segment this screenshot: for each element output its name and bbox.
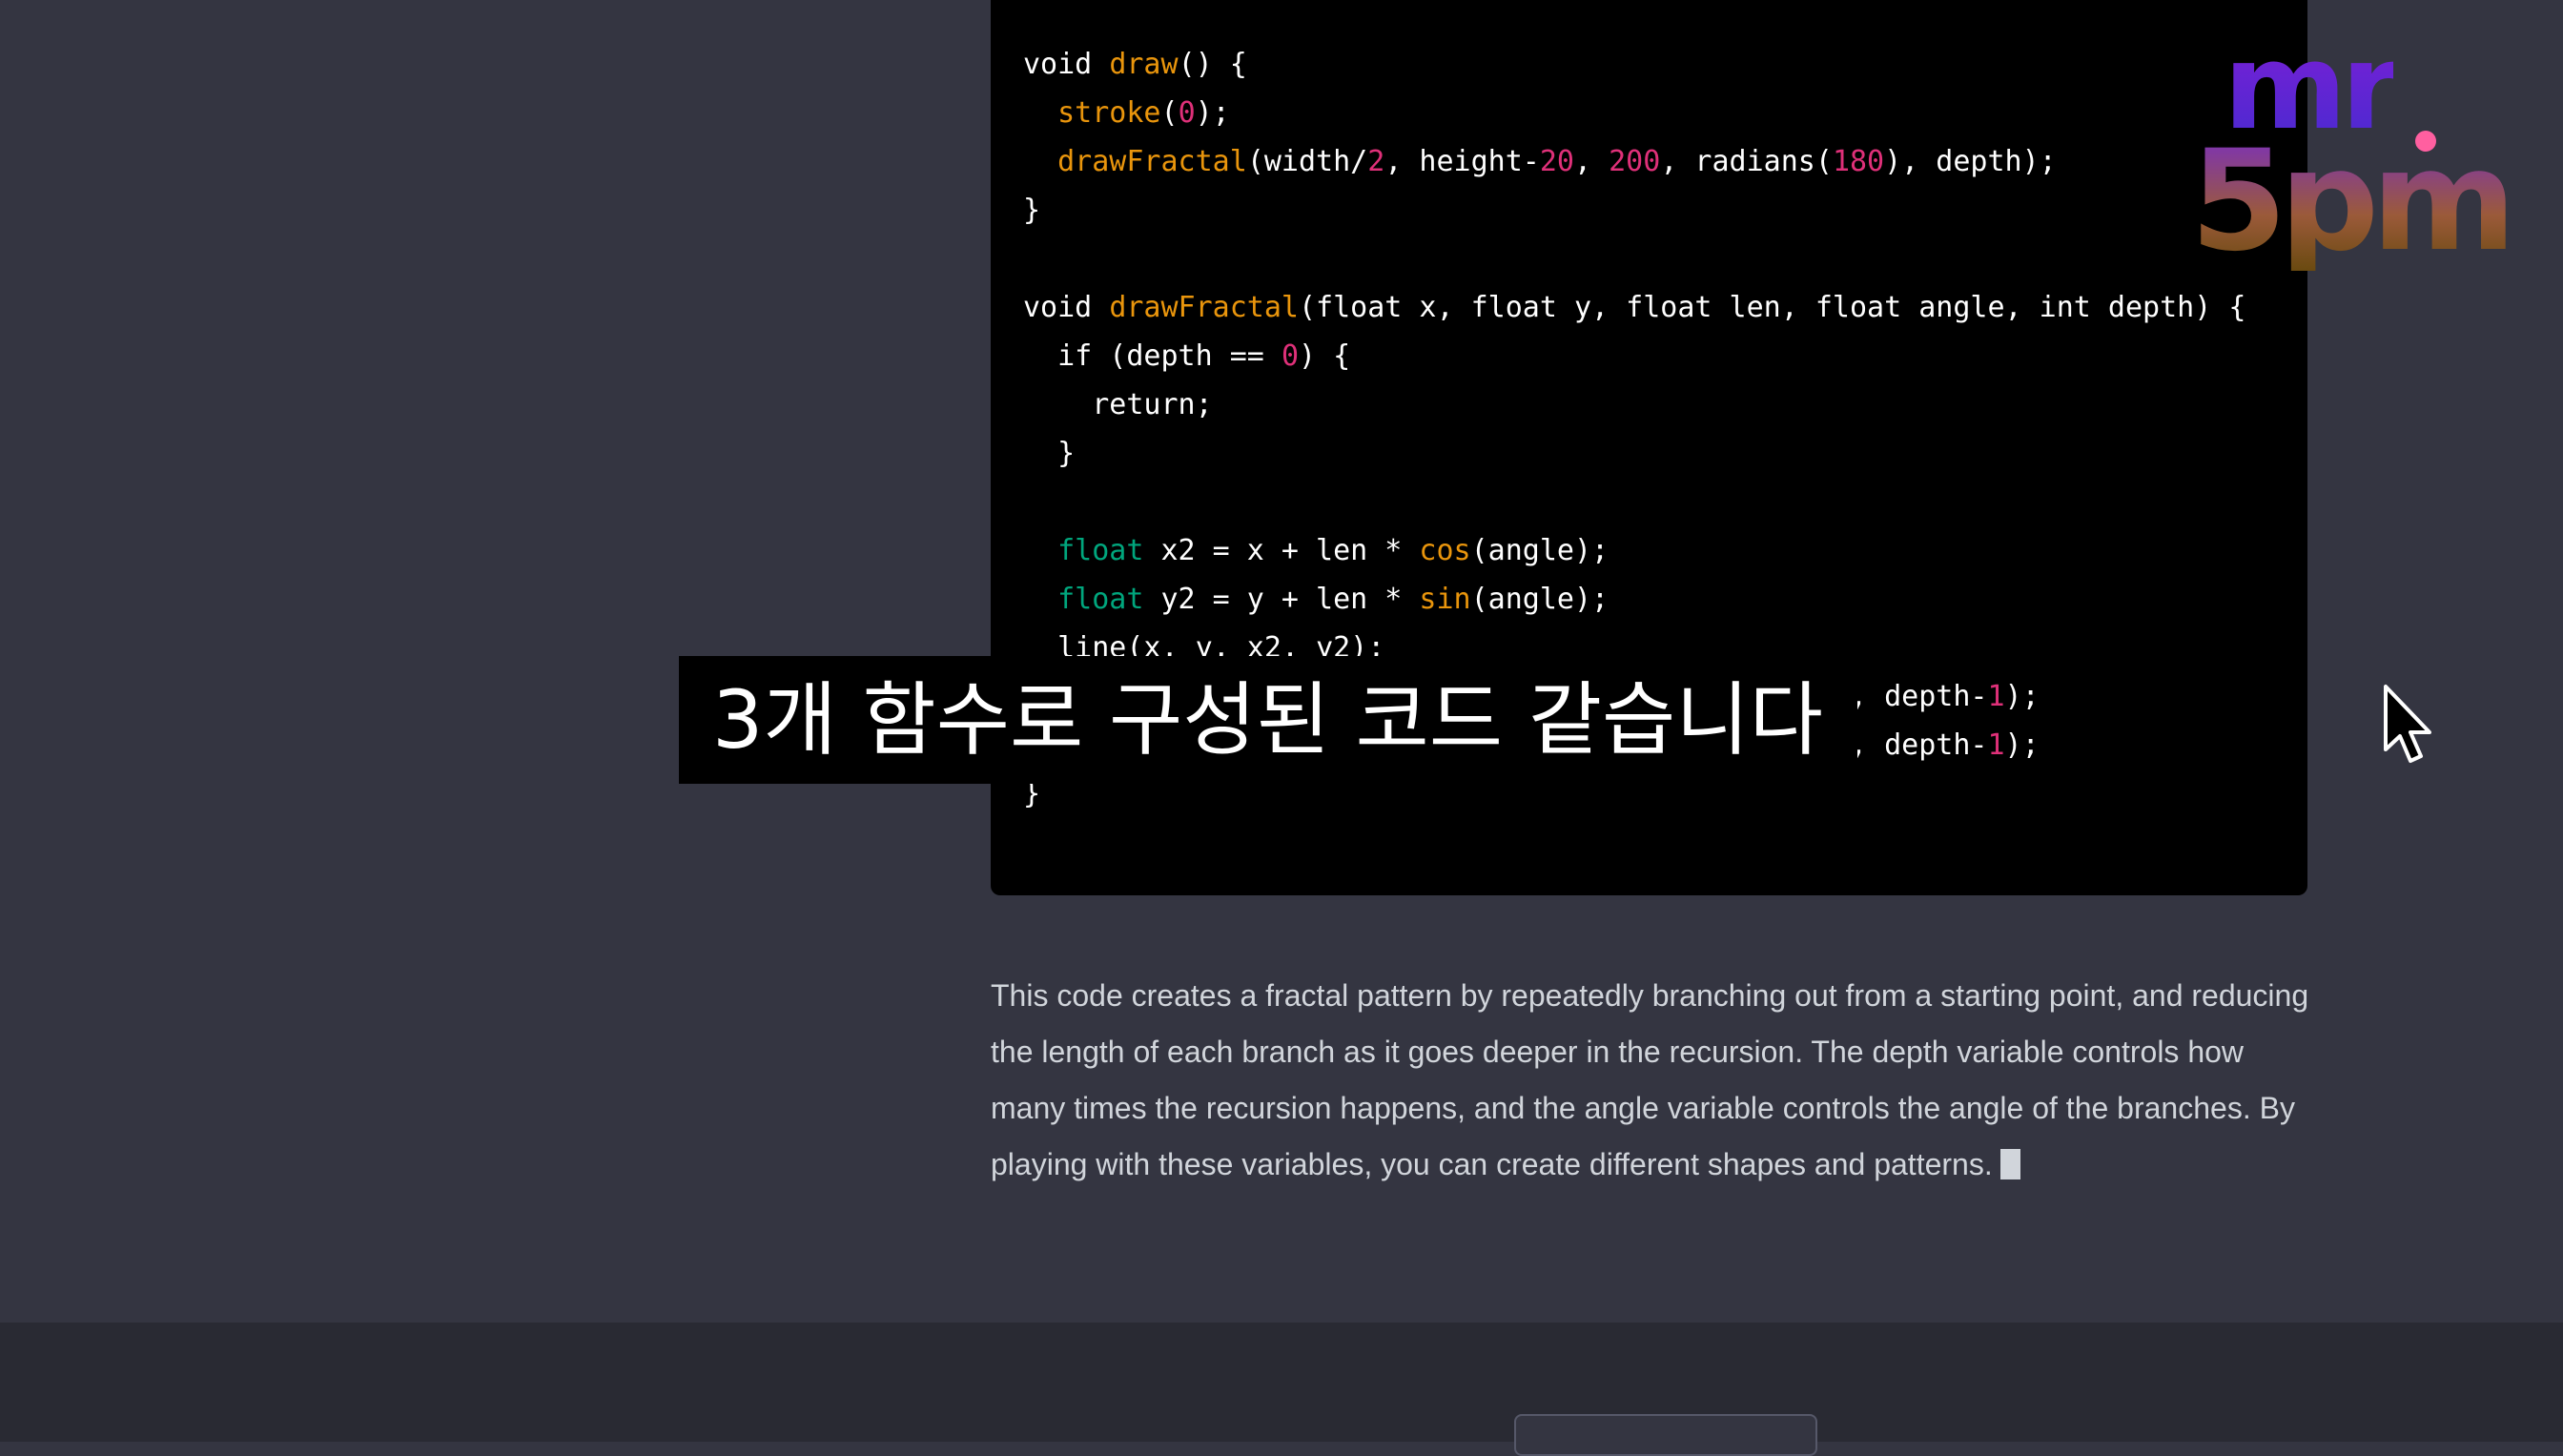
code-token: x2 = x + len * <box>1143 534 1420 567</box>
code-token: 0 <box>1178 96 1196 130</box>
code-token: 2 <box>1367 145 1385 178</box>
code-token: 1 <box>1987 728 2005 762</box>
code-line: void draw() { <box>1023 48 1247 81</box>
code-token: float <box>1057 583 1144 616</box>
code-token: } <box>1023 437 1076 470</box>
code-token: void <box>1023 291 1110 324</box>
code-line: float y2 = y + len * sin(angle); <box>1023 583 1609 616</box>
code-token: () { <box>1178 48 1247 81</box>
channel-watermark-logo: mr 5pm <box>2184 29 2516 286</box>
code-token: ( <box>1160 96 1179 130</box>
code-token: return; <box>1023 388 1213 421</box>
code-token: stroke <box>1057 96 1161 130</box>
code-token: draw <box>1109 48 1179 81</box>
code-token: ); <box>1195 96 1230 130</box>
code-token: , radians( <box>1660 145 1833 178</box>
code-token: , height- <box>1384 145 1540 178</box>
code-token: (float x, float y, float len, float angl… <box>1299 291 2246 324</box>
code-token: , <box>1574 145 1610 178</box>
code-token: ), depth); <box>1884 145 2057 178</box>
code-token: (angle); <box>1470 583 1610 616</box>
assistant-explanation: This code creates a fractal pattern by r… <box>991 968 2316 1193</box>
code-token: if (depth == <box>1023 339 1282 373</box>
code-token: (angle); <box>1470 534 1610 567</box>
code-line: float x2 = x + len * cos(angle); <box>1023 534 1609 567</box>
mouse-pointer-icon <box>2384 685 2431 763</box>
explanation-text: This code creates a fractal pattern by r… <box>991 978 2309 1181</box>
code-line: return; <box>1023 388 1213 421</box>
code-token: cos <box>1419 534 1471 567</box>
code-token: ); <box>2004 680 2040 713</box>
code-token: float <box>1057 534 1144 567</box>
code-token: ); <box>2004 728 2040 762</box>
regenerate-button[interactable] <box>1514 1414 1817 1456</box>
code-line: stroke(0); <box>1023 96 1230 130</box>
code-line: } <box>1023 437 1075 470</box>
code-token: 200 <box>1609 145 1661 178</box>
watermark-line2: 5pm <box>2190 120 2516 282</box>
code-token: sin <box>1419 583 1471 616</box>
code-token: 1 <box>1987 680 2005 713</box>
video-subtitle: 3개 함수로 구성된 코드 같습니다 <box>679 656 1857 784</box>
code-token: 180 <box>1832 145 1885 178</box>
code-line: drawFractal(width/2, height-20, 200, rad… <box>1023 145 2057 178</box>
code-line: void drawFractal(float x, float y, float… <box>1023 291 2245 324</box>
code-token: 20 <box>1539 145 1574 178</box>
code-token: } <box>1023 194 1041 227</box>
code-line: } <box>1023 194 1040 227</box>
code-line: if (depth == 0) { <box>1023 339 1350 373</box>
code-token: (width/ <box>1246 145 1368 178</box>
code-token: 0 <box>1281 339 1299 373</box>
code-token: y2 = y + len * <box>1143 583 1420 616</box>
typing-cursor-icon <box>1999 1149 2020 1179</box>
code-token: void <box>1023 48 1110 81</box>
bottom-bar <box>0 1323 2563 1442</box>
code-token: drawFractal <box>1109 291 1299 324</box>
code-token: drawFractal <box>1057 145 1247 178</box>
code-token: ) { <box>1299 339 1351 373</box>
